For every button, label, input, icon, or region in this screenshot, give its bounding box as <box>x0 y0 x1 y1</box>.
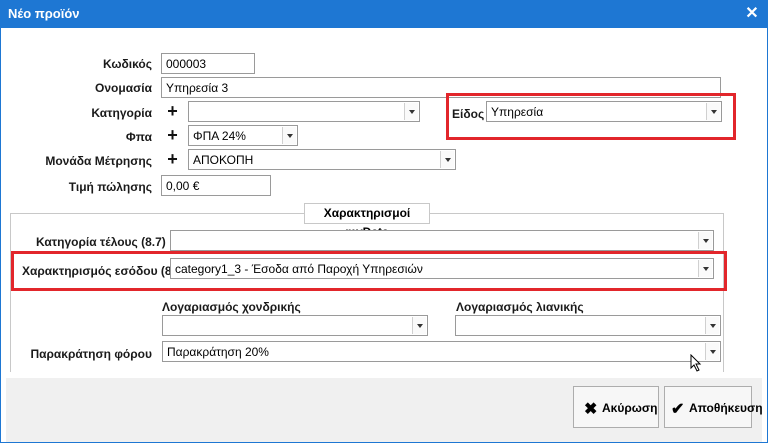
wholesale-select[interactable] <box>162 315 428 336</box>
mydata-group-title: Χαρακτηρισμοί myData <box>304 203 430 239</box>
checkmark-icon: ✔ <box>671 401 685 418</box>
price-input[interactable]: 0,00 € <box>161 175 271 196</box>
add-category-button[interactable]: + <box>163 102 182 121</box>
withholding-value: Παρακράτηση 20% <box>167 345 269 359</box>
add-unit-button[interactable]: + <box>163 150 182 169</box>
wholesale-label: Λογαριασμός χονδρικής <box>162 300 301 314</box>
window-title: Νέο προϊόν <box>8 6 80 21</box>
vat-select[interactable]: ΦΠΑ 24% <box>188 125 298 146</box>
add-vat-button[interactable]: + <box>163 126 182 145</box>
category-select[interactable] <box>188 101 420 122</box>
chevron-down-icon[interactable] <box>698 232 712 249</box>
unit-select[interactable]: ΑΠΟΚΟΠΗ <box>188 149 456 170</box>
cancel-label: Ακύρωση <box>602 401 658 415</box>
chevron-down-icon[interactable] <box>440 151 454 168</box>
vat-label: Φπα <box>125 130 152 144</box>
name-label: Ονομασία <box>95 81 152 95</box>
fee-category-select[interactable] <box>170 230 714 251</box>
code-input[interactable]: 000003 <box>161 53 255 74</box>
close-icon[interactable]: ✕ <box>742 4 762 24</box>
retail-select[interactable] <box>455 315 721 336</box>
unit-label: Μονάδα Μέτρησης <box>45 154 152 168</box>
chevron-down-icon[interactable] <box>404 103 418 120</box>
title-bar: Νέο προϊόν ✕ <box>0 0 768 28</box>
code-label: Κωδικός <box>102 57 152 71</box>
chevron-down-icon[interactable] <box>412 317 426 334</box>
chevron-down-icon[interactable] <box>705 317 719 334</box>
price-label: Τιμή πώλησης <box>68 180 152 194</box>
chevron-down-icon[interactable] <box>282 127 296 144</box>
retail-label: Λογαριασμός λιανικής <box>456 300 584 314</box>
save-label: Αποθήκευση <box>689 401 763 415</box>
vat-value: ΦΠΑ 24% <box>193 129 246 143</box>
cancel-button[interactable]: ✖ Ακύρωση <box>573 386 659 428</box>
save-button[interactable]: ✔ Αποθήκευση <box>664 386 763 428</box>
income-char-highlight <box>11 251 727 291</box>
cancel-icon: ✖ <box>584 401 598 418</box>
mouse-cursor-icon <box>690 354 702 372</box>
withholding-label: Παρακράτηση φόρου <box>30 347 152 361</box>
fee-category-label: Κατηγορία τέλους (8.7) <box>36 235 166 249</box>
category-label: Κατηγορία <box>91 106 152 120</box>
unit-value: ΑΠΟΚΟΠΗ <box>193 153 254 167</box>
chevron-down-icon[interactable] <box>705 343 719 360</box>
kind-highlight <box>446 93 736 140</box>
withholding-select[interactable]: Παρακράτηση 20% <box>162 341 721 362</box>
